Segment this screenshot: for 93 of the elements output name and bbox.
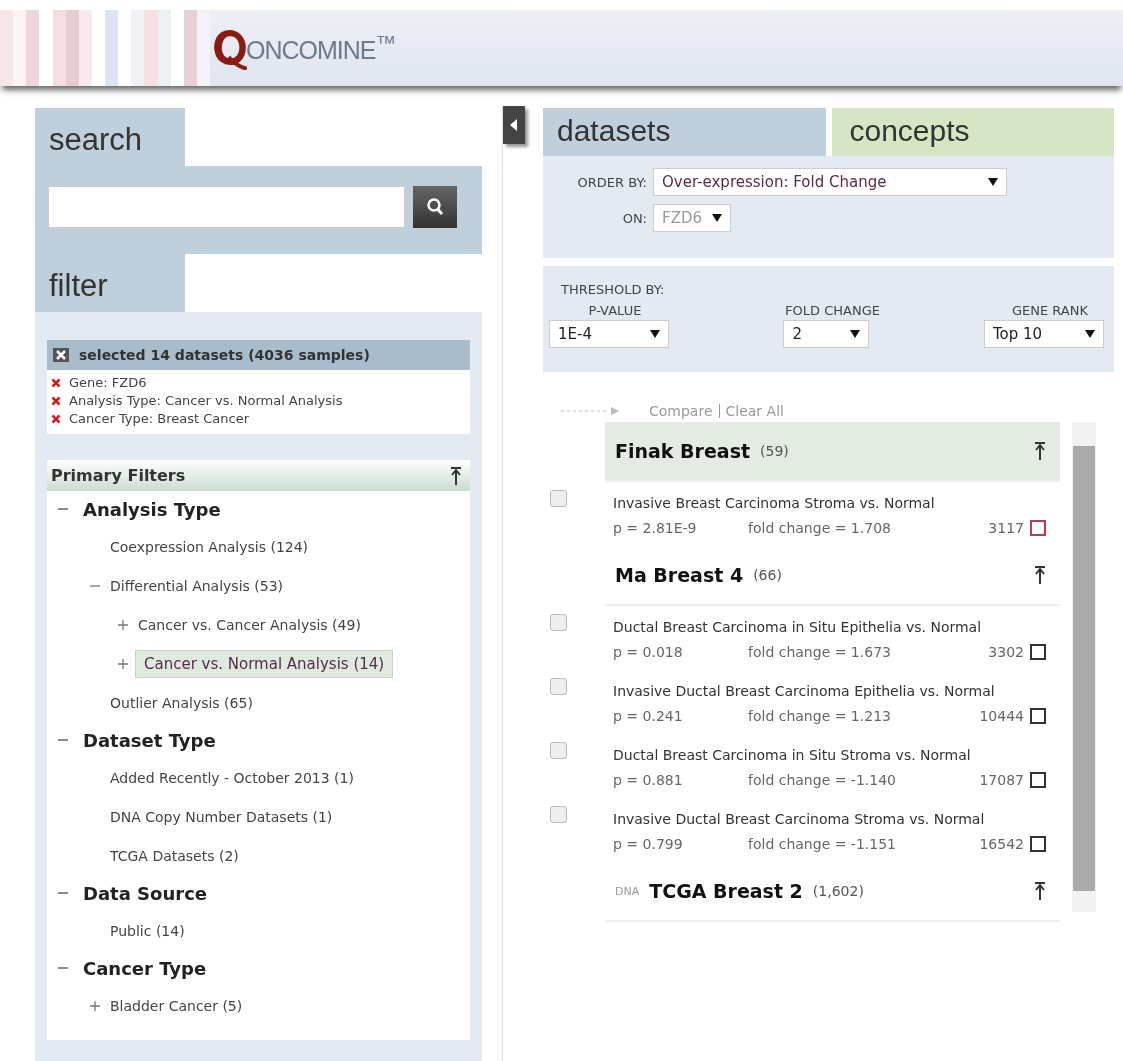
pin-to-top-icon[interactable] <box>1034 441 1046 461</box>
selection-summary: selected 14 datasets (4036 samples) <box>79 347 370 363</box>
dataset-header[interactable]: Ma Breast 4 (66) <box>605 546 1060 606</box>
gene-rank: 3302 <box>988 644 1024 660</box>
pin-to-top-icon[interactable] <box>1034 881 1046 901</box>
fold-change: fold change = 1.213 <box>748 708 892 724</box>
search-button[interactable] <box>413 186 457 228</box>
gene-rank: 10444 <box>979 708 1024 724</box>
search-icon <box>425 197 445 217</box>
analysis-title[interactable]: Ductal Breast Carcinoma in Situ Epithelia vs. Normal <box>613 614 1046 640</box>
active-filter: Gene: FZD6 <box>69 374 147 392</box>
left-arrow-icon <box>510 119 518 131</box>
filter-option[interactable]: DNA Copy Number Datasets (1) <box>107 806 336 827</box>
results-tab[interactable]: datasets <box>543 108 826 156</box>
order-by-label: ORDER BY: <box>576 174 647 190</box>
filter-group-title[interactable]: Cancer Type <box>83 957 207 979</box>
threshold-field-label: FOLD CHANGE <box>785 303 880 318</box>
dataset-name: Ma Breast 4 <box>615 564 744 586</box>
analysis-title[interactable]: Invasive Breast Carcinoma Stroma vs. Normal <box>613 490 1046 516</box>
plus-icon[interactable] <box>89 999 101 1012</box>
threshold-dropdown[interactable]: 2 <box>783 320 870 348</box>
scrollbar[interactable] <box>1072 422 1096 912</box>
clear-selection-icon[interactable] <box>53 348 69 362</box>
remove-filter-icon[interactable] <box>51 396 61 406</box>
gene-rank: 16542 <box>979 836 1024 852</box>
filter-group-title[interactable]: Data Source <box>83 882 207 904</box>
filter-group-title[interactable]: Analysis Type <box>83 498 221 520</box>
threshold-field-label: P-VALUE <box>588 303 642 318</box>
analysis-title[interactable]: Invasive Ductal Breast Carcinoma Stroma vs. Normal <box>613 806 1046 832</box>
primary-filters-title: Primary Filters <box>51 466 186 485</box>
p-value: p = 2.81E-9 <box>613 520 698 536</box>
analysis-title[interactable]: Ductal Breast Carcinoma in Situ Stroma vs. Normal <box>613 742 1046 768</box>
plus-icon[interactable] <box>117 618 129 631</box>
active-filter: Analysis Type: Cancer vs. Normal Analysis <box>69 392 343 410</box>
dropdown-caret-icon <box>712 214 722 222</box>
dropdown-caret-icon <box>650 330 660 338</box>
dropdown-caret-icon <box>850 330 861 338</box>
plus-icon[interactable] <box>117 657 129 670</box>
remove-filter-icon[interactable] <box>51 378 61 388</box>
dataset-header[interactable]: DNA TCGA Breast 2 (1,602) <box>605 862 1060 922</box>
threshold-field-label: GENE RANK <box>1011 303 1088 318</box>
fold-change: fold change = -1.151 <box>748 836 897 852</box>
on-label: ON: <box>621 210 647 226</box>
gene-rank: 17087 <box>979 772 1024 788</box>
dropdown-caret-icon <box>1085 330 1095 338</box>
search-field[interactable] <box>48 186 405 228</box>
scrollbar-thumb[interactable] <box>1073 446 1095 891</box>
gene-rank: 3117 <box>988 520 1024 536</box>
filter-option[interactable]: Bladder Cancer (5) <box>107 995 246 1016</box>
filter-option[interactable]: Cancer vs. Normal Analysis (14) <box>135 649 394 678</box>
order-by-dropdown[interactable]: Over-expression: Fold Change <box>653 168 1007 196</box>
logo-text: ONCOMINE$^{™}$ <box>246 30 396 66</box>
threshold-label: THRESHOLD BY: <box>561 282 666 297</box>
search-tab[interactable]: search <box>35 108 185 166</box>
fold-change: fold change = 1.708 <box>748 520 892 536</box>
active-filter: Cancer Type: Breast Cancer <box>69 410 249 428</box>
filter-tab[interactable]: filter <box>35 254 185 312</box>
filter-option[interactable]: Public (14) <box>107 920 188 941</box>
compare-checkbox[interactable] <box>550 678 567 695</box>
filter-option[interactable]: Coexpression Analysis (124) <box>107 536 312 557</box>
p-value: p = 0.881 <box>613 772 684 788</box>
threshold-dropdown[interactable]: 1E-4 <box>549 320 669 348</box>
dataset-name: TCGA Breast 2 <box>649 880 803 902</box>
filter-group-title[interactable]: Dataset Type <box>83 729 216 751</box>
filter-option[interactable]: Added Recently - October 2013 (1) <box>107 767 357 788</box>
dataset-count: (1,602) <box>812 883 864 899</box>
pin-to-top-icon[interactable] <box>450 465 462 486</box>
compare-checkbox[interactable] <box>550 806 567 823</box>
fold-change: fold change = -1.140 <box>748 772 897 788</box>
fold-change: fold change = 1.673 <box>748 644 892 660</box>
threshold-dropdown[interactable]: Top 10 <box>984 320 1104 348</box>
pin-to-top-icon[interactable] <box>1034 565 1046 585</box>
filter-option[interactable]: Outlier Analysis (65) <box>107 692 256 713</box>
dataset-tag: DNA <box>615 884 640 898</box>
remove-filter-icon[interactable] <box>51 414 61 424</box>
dataset-count: (59) <box>760 443 789 459</box>
dataset-count: (66) <box>753 567 782 583</box>
p-value: p = 0.241 <box>613 708 684 724</box>
compare-checkbox[interactable] <box>550 614 567 631</box>
filter-option[interactable]: Cancer vs. Cancer Analysis (49) <box>135 614 364 635</box>
dataset-header[interactable]: Finak Breast (59) <box>605 422 1060 482</box>
collapse-panel-button[interactable] <box>503 106 525 144</box>
dataset-name: Finak Breast <box>615 440 751 462</box>
p-value: p = 0.018 <box>613 644 684 660</box>
filter-option[interactable]: TCGA Datasets (2) <box>107 845 242 866</box>
filter-option[interactable]: Differential Analysis (53) <box>107 575 287 596</box>
results-tab[interactable]: concepts <box>831 108 1114 156</box>
dashed-arrow-icon <box>561 406 621 416</box>
analysis-title[interactable]: Invasive Ductal Breast Carcinoma Epithelia vs. Normal <box>613 678 1046 704</box>
compare-checkbox[interactable] <box>550 490 567 507</box>
dropdown-caret-icon <box>988 178 998 186</box>
p-value: p = 0.799 <box>613 836 684 852</box>
compare-checkbox[interactable] <box>550 742 567 759</box>
